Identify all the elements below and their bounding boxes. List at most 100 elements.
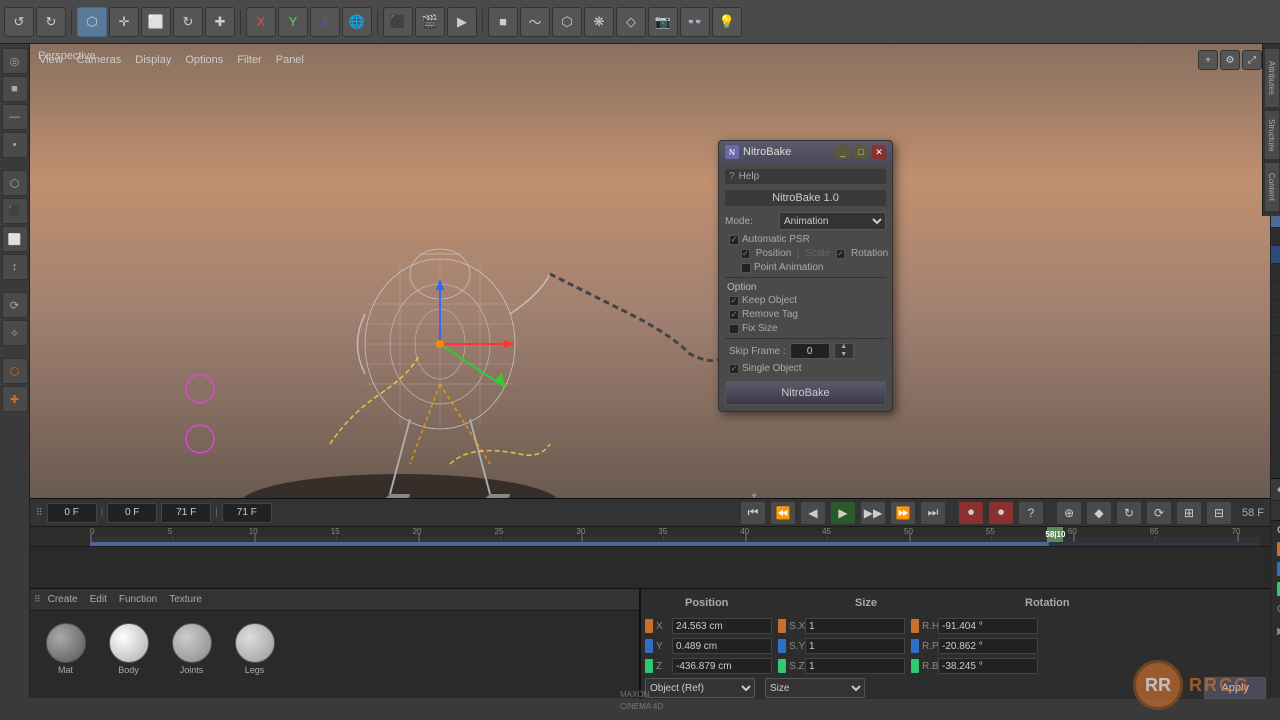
hierarchy-body1-cluster[interactable]: ▶ Body.1.Cluster — [1271, 282, 1280, 300]
transport-next-key[interactable]: ⏩ — [890, 501, 916, 525]
dialog-maximize-btn[interactable]: □ — [854, 145, 868, 159]
psr-rot-b[interactable] — [938, 658, 1038, 674]
tab-basic[interactable]: Basic — [1271, 501, 1280, 520]
dialog-remove-tag-cb[interactable]: ✓ — [729, 310, 739, 320]
dialog-keep-obj-cb[interactable]: ✓ — [729, 296, 739, 306]
psr-pos-y[interactable] — [672, 638, 772, 654]
tool4-btn[interactable]: ↕ — [2, 254, 28, 280]
psr-size-select[interactable]: Size — [765, 678, 865, 698]
scale-tool-btn[interactable]: ⬜ — [141, 7, 171, 37]
hierarchy-skin[interactable]: Skin — [1271, 228, 1280, 246]
undo-btn[interactable]: ↺ — [4, 7, 34, 37]
dialog-nitrobake-btn[interactable]: NitroBake — [725, 381, 886, 405]
dialog-pos-cb[interactable]: ✓ — [741, 249, 750, 259]
transport-next-frame[interactable]: ▶▶ — [860, 501, 886, 525]
psr-pos-z[interactable] — [672, 658, 772, 674]
add-tool-btn[interactable]: ✚ — [205, 7, 235, 37]
transport-help[interactable]: ? — [1018, 501, 1044, 525]
skip-spinner[interactable]: ▲ ▼ — [834, 343, 854, 359]
tl-current-frame[interactable] — [107, 503, 157, 523]
dialog-fix-size-cb[interactable] — [729, 324, 739, 334]
hierarchy-body1[interactable]: ▼ Body.1 — [1271, 246, 1280, 264]
render-btn[interactable]: 🎬 — [415, 7, 445, 37]
mode-point-btn[interactable]: • — [2, 132, 28, 158]
tool1-btn[interactable]: ⬡ — [2, 170, 28, 196]
dialog-minimize-btn[interactable]: _ — [836, 145, 850, 159]
material-mat[interactable]: Mat — [38, 623, 93, 675]
material-joints[interactable]: Joints — [164, 623, 219, 675]
dialog-close-btn[interactable]: ✕ — [872, 145, 886, 159]
material-body[interactable]: Body — [101, 623, 156, 675]
tool3-btn[interactable]: ⬜ — [2, 226, 28, 252]
hierarchy-stage[interactable]: ▶ Stage — [1271, 354, 1280, 372]
select-tool-btn[interactable]: ⬡ — [77, 7, 107, 37]
transport-goto-end[interactable]: ⏭ — [920, 501, 946, 525]
dialog-scale-cb[interactable] — [797, 249, 799, 259]
cube-btn[interactable]: ■ — [488, 7, 518, 37]
vp-add-btn[interactable]: + — [1198, 50, 1218, 70]
viewport-menu-panel[interactable]: Panel — [271, 53, 309, 67]
tl-start-frame[interactable] — [47, 503, 97, 523]
viewport-menu-display[interactable]: Display — [130, 53, 176, 67]
dialog-auto-psr-cb[interactable]: ✓ — [729, 235, 739, 245]
hierarchy-deckel[interactable]: ▶ Deckel — [1271, 264, 1280, 282]
mat-create-btn[interactable]: Create — [43, 593, 83, 606]
camera-btn[interactable]: 📷 — [648, 7, 678, 37]
z-axis-btn[interactable]: Z — [310, 7, 340, 37]
mode-object-btn[interactable]: ◎ — [2, 48, 28, 74]
material-legs[interactable]: Legs — [227, 623, 282, 675]
stereo-btn[interactable]: 👓 — [680, 7, 710, 37]
tl-end-frame[interactable] — [161, 503, 211, 523]
viewport[interactable]: View Cameras Display Options Filter Pane… — [30, 44, 1270, 498]
vp-opt-btn[interactable]: ⚙ — [1220, 50, 1240, 70]
transport-grid[interactable]: ⊞ — [1176, 501, 1202, 525]
transport-goto-start[interactable]: ⏮ — [740, 501, 766, 525]
nurbs-btn[interactable]: ⬡ — [552, 7, 582, 37]
vp-full-btn[interactable]: ⤢ — [1242, 50, 1262, 70]
deform-btn[interactable]: ◇ — [616, 7, 646, 37]
psr-rot-p[interactable] — [938, 638, 1038, 654]
hierarchy-l-leg[interactable]: ▶ L_Leg — [1271, 318, 1280, 336]
cloner-btn[interactable]: ❋ — [584, 7, 614, 37]
render-region-btn[interactable]: ⬛ — [383, 7, 413, 37]
rsb-attr-btn[interactable]: Attributes — [1264, 48, 1280, 108]
transport-motion[interactable]: ⟳ — [1146, 501, 1172, 525]
spline-btn[interactable]: 〜 — [520, 7, 550, 37]
psr-size-y[interactable] — [805, 638, 905, 654]
y-axis-btn[interactable]: Y — [278, 7, 308, 37]
transport-record2[interactable]: ⏺ — [988, 501, 1014, 525]
tool2-btn[interactable]: ⬛ — [2, 198, 28, 224]
mode-poly-btn[interactable]: ■ — [2, 76, 28, 102]
light-btn[interactable]: 💡 — [712, 7, 742, 37]
move-tool-btn[interactable]: ✛ — [109, 7, 139, 37]
tl-play-end[interactable] — [222, 503, 272, 523]
viewport-menu-filter[interactable]: Filter — [232, 53, 266, 67]
psr-rot-h[interactable] — [938, 618, 1038, 634]
mat-function-btn[interactable]: Function — [114, 593, 162, 606]
dialog-pt-anim-cb[interactable] — [741, 263, 751, 273]
transport-record[interactable]: ⏺ — [958, 501, 984, 525]
tool8-btn[interactable]: ✚ — [2, 386, 28, 412]
psr-size-z[interactable] — [805, 658, 905, 674]
rsb-struct-btn[interactable]: Structure — [1264, 110, 1280, 160]
psr-size-x[interactable] — [805, 618, 905, 634]
rsb-content-btn[interactable]: Content — [1264, 162, 1280, 212]
x-axis-btn[interactable]: X — [246, 7, 276, 37]
hierarchy-r-leg[interactable]: ▶ R_Leg — [1271, 336, 1280, 354]
tool7-btn[interactable]: ⬡ — [2, 358, 28, 384]
tool6-btn[interactable]: ✧ — [2, 320, 28, 346]
dialog-single-obj-cb[interactable]: ✓ — [729, 364, 739, 374]
hierarchy-squash-stretch[interactable]: ▶ Squash & Stretch — [1271, 300, 1280, 318]
redo-btn[interactable]: ↻ — [36, 7, 66, 37]
render-to-po-btn[interactable]: ▶ — [447, 7, 477, 37]
mode-edge-btn[interactable]: — — [2, 104, 28, 130]
timeline-ruler[interactable]: 0 5 10 15 20 25 30 35 40 45 50 55 58|10 — [30, 527, 1270, 547]
psr-pos-x[interactable] — [672, 618, 772, 634]
transport-prev-frame[interactable]: ◀ — [800, 501, 826, 525]
transport-layout[interactable]: ⊟ — [1206, 501, 1232, 525]
transport-prev-key[interactable]: ⏪ — [770, 501, 796, 525]
dialog-rot-cb[interactable]: ✓ — [836, 249, 845, 259]
rotate-tool-btn[interactable]: ↻ — [173, 7, 203, 37]
dialog-mode-select[interactable]: Animation — [779, 212, 886, 230]
viewport-menu-options[interactable]: Options — [180, 53, 228, 67]
